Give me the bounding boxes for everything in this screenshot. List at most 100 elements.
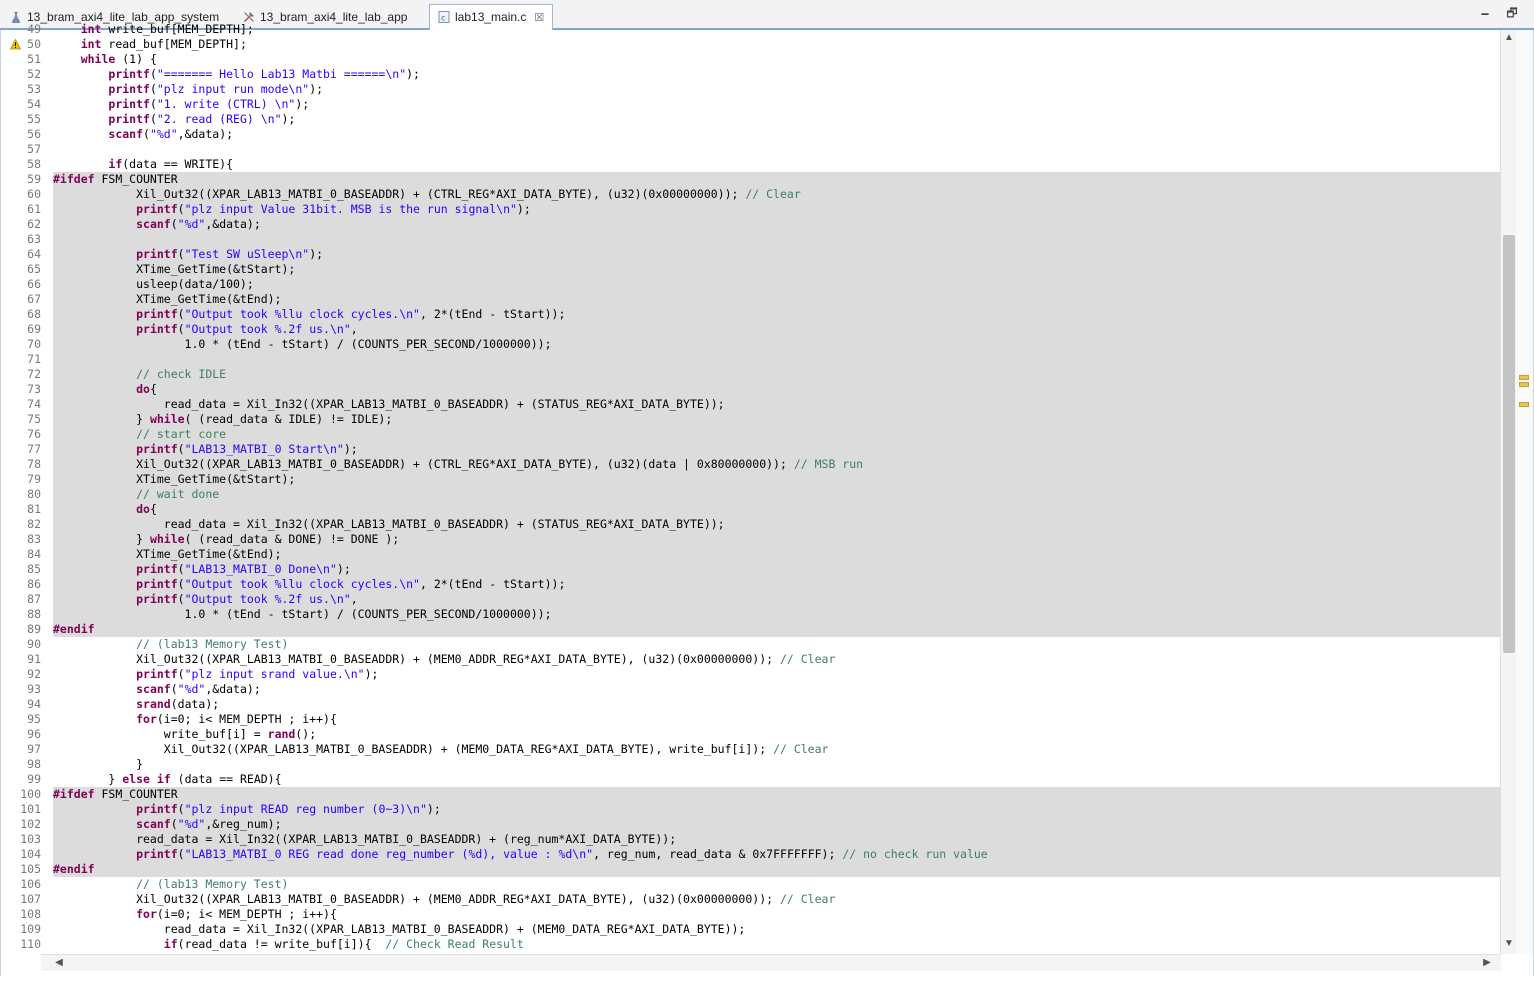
code-text[interactable]: printf("Output took %.2f us.\n", — [53, 592, 1501, 607]
code-text[interactable]: printf("plz input Value 31bit. MSB is th… — [53, 202, 1501, 217]
code-line[interactable]: 106 // (lab13 Memory Test) — [1, 877, 1501, 892]
code-text[interactable]: for(i=0; i< MEM_DEPTH ; i++){ — [53, 907, 1501, 922]
code-line[interactable]: 65 XTime_GetTime(&tStart); — [1, 262, 1501, 277]
code-line[interactable]: 49 int write_buf[MEM_DEPTH]; — [1, 22, 1501, 37]
code-line[interactable]: 98 } — [1, 757, 1501, 772]
code-line[interactable]: 58 if(data == WRITE){ — [1, 157, 1501, 172]
code-line[interactable]: 63 — [1, 232, 1501, 247]
code-text[interactable]: usleep(data/100); — [53, 277, 1501, 292]
code-line[interactable]: 104 printf("LAB13_MATBI_0 REG read done … — [1, 847, 1501, 862]
code-line[interactable]: 109 read_data = Xil_In32((XPAR_LAB13_MAT… — [1, 922, 1501, 937]
code-text[interactable]: srand(data); — [53, 697, 1501, 712]
code-editor[interactable]: 49 int write_buf[MEM_DEPTH]; 50 int read_… — [0, 22, 1534, 976]
code-line[interactable]: 75 } while( (read_data & IDLE) != IDLE); — [1, 412, 1501, 427]
code-text[interactable]: read_data = Xil_In32((XPAR_LAB13_MATBI_0… — [53, 832, 1501, 847]
code-line[interactable]: 73 do{ — [1, 382, 1501, 397]
code-text[interactable]: Xil_Out32((XPAR_LAB13_MATBI_0_BASEADDR) … — [53, 892, 1501, 907]
code-line[interactable]: 96 write_buf[i] = rand(); — [1, 727, 1501, 742]
code-line[interactable]: 60 Xil_Out32((XPAR_LAB13_MATBI_0_BASEADD… — [1, 187, 1501, 202]
code-text[interactable]: if(read_data != write_buf[i]){ // Check … — [53, 937, 1501, 952]
code-text[interactable]: printf("plz input READ reg number (0~3)\… — [53, 802, 1501, 817]
code-line[interactable]: 77 printf("LAB13_MATBI_0 Start\n"); — [1, 442, 1501, 457]
code-line[interactable]: 61 printf("plz input Value 31bit. MSB is… — [1, 202, 1501, 217]
code-text[interactable]: do{ — [53, 502, 1501, 517]
code-line[interactable]: 85 printf("LAB13_MATBI_0 Done\n"); — [1, 562, 1501, 577]
code-text[interactable]: printf("LAB13_MATBI_0 Start\n"); — [53, 442, 1501, 457]
code-line[interactable]: 52 printf("======= Hello Lab13 Matbi ===… — [1, 67, 1501, 82]
code-text[interactable]: #endif — [53, 862, 1501, 877]
code-text[interactable]: // start core — [53, 427, 1501, 442]
vertical-scrollbar[interactable]: ▲ ▼ — [1500, 30, 1517, 954]
code-line[interactable]: 91 Xil_Out32((XPAR_LAB13_MATBI_0_BASEADD… — [1, 652, 1501, 667]
code-line[interactable]: 86 printf("Output took %llu clock cycles… — [1, 577, 1501, 592]
code-line[interactable]: 53 printf("plz input run mode\n"); — [1, 82, 1501, 97]
code-text[interactable] — [53, 142, 1501, 157]
code-text[interactable]: XTime_GetTime(&tEnd); — [53, 292, 1501, 307]
code-line[interactable]: 59 #ifdef FSM_COUNTER — [1, 172, 1501, 187]
code-text[interactable]: // (lab13 Memory Test) — [53, 877, 1501, 892]
code-text[interactable]: printf("plz input run mode\n"); — [53, 82, 1501, 97]
code-line[interactable]: 94 srand(data); — [1, 697, 1501, 712]
code-text[interactable]: printf("Test SW uSleep\n"); — [53, 247, 1501, 262]
code-text[interactable]: // wait done — [53, 487, 1501, 502]
code-line[interactable]: 90 // (lab13 Memory Test) — [1, 637, 1501, 652]
code-text[interactable]: } while( (read_data & DONE) != DONE ); — [53, 532, 1501, 547]
code-text[interactable]: Xil_Out32((XPAR_LAB13_MATBI_0_BASEADDR) … — [53, 742, 1501, 757]
code-line[interactable]: 101 printf("plz input READ reg number (0… — [1, 802, 1501, 817]
code-text[interactable]: // check IDLE — [53, 367, 1501, 382]
code-line[interactable]: 87 printf("Output took %.2f us.\n", — [1, 592, 1501, 607]
code-line[interactable]: 64 printf("Test SW uSleep\n"); — [1, 247, 1501, 262]
code-line[interactable]: 99 } else if (data == READ){ — [1, 772, 1501, 787]
code-text[interactable]: while (1) { — [53, 52, 1501, 67]
code-text[interactable] — [53, 232, 1501, 247]
code-text[interactable]: } — [53, 757, 1501, 772]
code-line[interactable]: 55 printf("2. read (REG) \n"); — [1, 112, 1501, 127]
code-text[interactable]: write_buf[i] = rand(); — [53, 727, 1501, 742]
code-line[interactable]: 62 scanf("%d",&data); — [1, 217, 1501, 232]
code-line[interactable]: 95 for(i=0; i< MEM_DEPTH ; i++){ — [1, 712, 1501, 727]
code-text[interactable]: // (lab13 Memory Test) — [53, 637, 1501, 652]
code-line[interactable]: 110 if(read_data != write_buf[i]){ // Ch… — [1, 937, 1501, 952]
code-text[interactable]: XTime_GetTime(&tStart); — [53, 472, 1501, 487]
code-line[interactable]: 74 read_data = Xil_In32((XPAR_LAB13_MATB… — [1, 397, 1501, 412]
code-text[interactable]: XTime_GetTime(&tEnd); — [53, 547, 1501, 562]
code-text[interactable]: read_data = Xil_In32((XPAR_LAB13_MATBI_0… — [53, 517, 1501, 532]
code-line[interactable]: 93 scanf("%d",&data); — [1, 682, 1501, 697]
code-line[interactable]: 105 #endif — [1, 862, 1501, 877]
code-line[interactable]: 71 — [1, 352, 1501, 367]
code-text[interactable]: printf("2. read (REG) \n"); — [53, 112, 1501, 127]
code-text[interactable]: printf("plz input srand value.\n"); — [53, 667, 1501, 682]
maximize-icon[interactable]: 🗗 — [1505, 6, 1519, 20]
code-text[interactable]: scanf("%d",&data); — [53, 682, 1501, 697]
code-text[interactable]: printf("Output took %llu clock cycles.\n… — [53, 577, 1501, 592]
scrollbar-thumb[interactable] — [1503, 234, 1515, 653]
code-line[interactable]: 84 XTime_GetTime(&tEnd); — [1, 547, 1501, 562]
code-text[interactable]: scanf("%d",&reg_num); — [53, 817, 1501, 832]
code-line[interactable]: 92 printf("plz input srand value.\n"); — [1, 667, 1501, 682]
code-line[interactable]: 89 #endif — [1, 622, 1501, 637]
code-line[interactable]: 82 read_data = Xil_In32((XPAR_LAB13_MATB… — [1, 517, 1501, 532]
code-line[interactable]: 72 // check IDLE — [1, 367, 1501, 382]
overview-marker[interactable] — [1519, 382, 1529, 387]
code-text[interactable]: #ifdef FSM_COUNTER — [53, 172, 1501, 187]
code-line[interactable]: 70 1.0 * (tEnd - tStart) / (COUNTS_PER_S… — [1, 337, 1501, 352]
code-area[interactable]: 49 int write_buf[MEM_DEPTH]; 50 int read_… — [1, 22, 1501, 986]
overview-ruler[interactable] — [1516, 30, 1533, 954]
code-line[interactable]: 102 scanf("%d",&reg_num); — [1, 817, 1501, 832]
code-line[interactable]: 69 printf("Output took %.2f us.\n", — [1, 322, 1501, 337]
code-text[interactable]: printf("Output took %llu clock cycles.\n… — [53, 307, 1501, 322]
horizontal-scrollbar[interactable]: ◀ ▶ — [41, 954, 1501, 971]
code-line[interactable]: 80 // wait done — [1, 487, 1501, 502]
code-text[interactable]: read_data = Xil_In32((XPAR_LAB13_MATBI_0… — [53, 397, 1501, 412]
code-text[interactable]: int write_buf[MEM_DEPTH]; — [53, 22, 1501, 37]
code-line[interactable]: 97 Xil_Out32((XPAR_LAB13_MATBI_0_BASEADD… — [1, 742, 1501, 757]
code-line[interactable]: 66 usleep(data/100); — [1, 277, 1501, 292]
code-text[interactable]: 1.0 * (tEnd - tStart) / (COUNTS_PER_SECO… — [53, 337, 1501, 352]
code-text[interactable]: int read_buf[MEM_DEPTH]; — [53, 37, 1501, 52]
warning-icon[interactable] — [10, 39, 21, 50]
overview-marker[interactable] — [1519, 402, 1529, 407]
code-text[interactable]: XTime_GetTime(&tStart); — [53, 262, 1501, 277]
code-line[interactable]: 68 printf("Output took %llu clock cycles… — [1, 307, 1501, 322]
code-line[interactable]: 107 Xil_Out32((XPAR_LAB13_MATBI_0_BASEAD… — [1, 892, 1501, 907]
code-line[interactable]: 83 } while( (read_data & DONE) != DONE )… — [1, 532, 1501, 547]
